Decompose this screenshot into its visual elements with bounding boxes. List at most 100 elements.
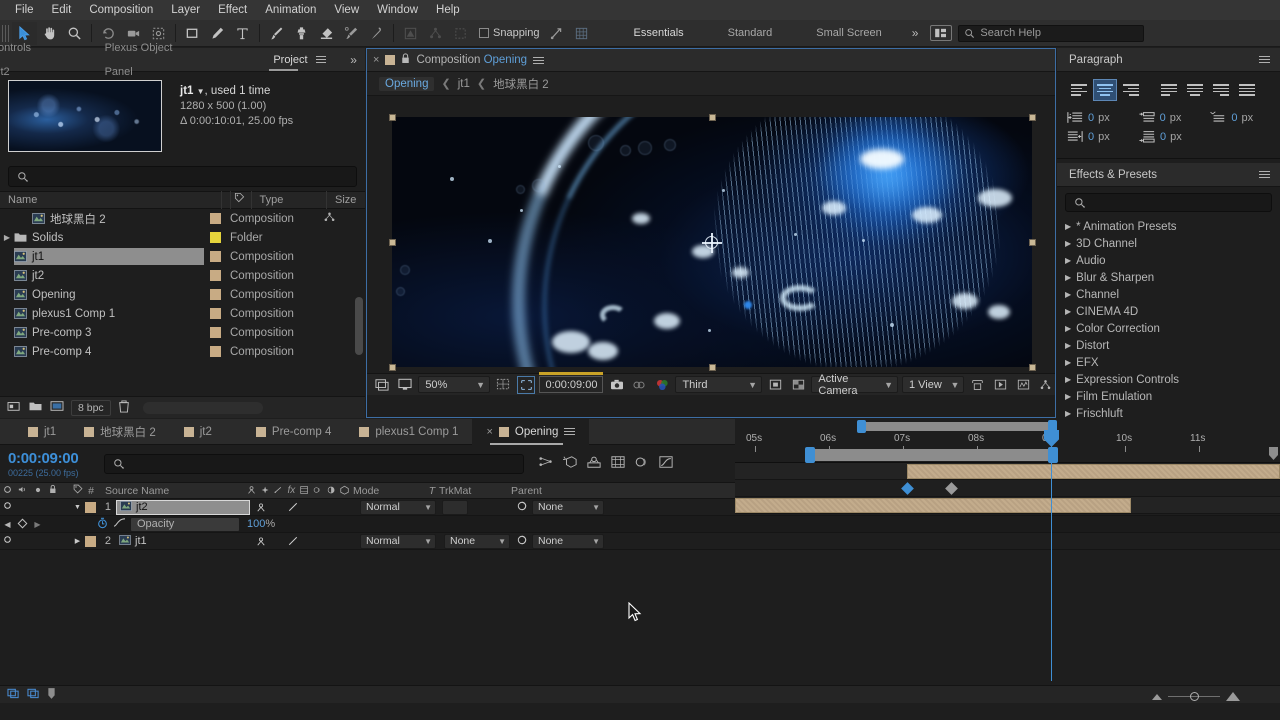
workspace-essentials[interactable]: Essentials <box>612 20 706 47</box>
project-item-name-cell[interactable]: Pre-comp 3 <box>14 324 204 341</box>
delete-icon[interactable] <box>118 400 130 416</box>
lock-icon[interactable] <box>401 53 410 67</box>
chevron-down-icon[interactable]: ▼ <box>197 87 205 96</box>
comp-timecode[interactable]: 0:00:09:00 <box>539 376 603 393</box>
layer-video-toggle[interactable] <box>0 535 15 547</box>
effect-category-channel[interactable]: ▶Channel <box>1065 286 1280 303</box>
project-item-label-color[interactable] <box>204 327 226 338</box>
zoom-out-icon[interactable] <box>1152 694 1162 700</box>
justify-last-center-button[interactable] <box>1183 79 1207 101</box>
menu-edit[interactable]: Edit <box>43 0 81 20</box>
prev-keyframe-button[interactable]: ◀ <box>0 520 15 529</box>
folder-icon[interactable] <box>28 400 43 415</box>
disclosure-triangle-icon[interactable]: ▶ <box>0 233 14 242</box>
effect-category-cinema-4d[interactable]: ▶CINEMA 4D <box>1065 303 1280 320</box>
align-center-button[interactable] <box>1093 79 1117 101</box>
work-area-scroll-left-handle[interactable] <box>857 420 866 433</box>
close-icon[interactable]: × <box>373 54 379 66</box>
new-folder-icon[interactable] <box>7 400 21 415</box>
channels-icon[interactable] <box>653 376 672 394</box>
layer-duration-bar[interactable] <box>907 464 1280 479</box>
region-interest-toggle-icon[interactable] <box>766 376 785 394</box>
zoom-slider-track[interactable] <box>1168 696 1220 697</box>
bit-depth-label[interactable]: 8 bpc <box>71 400 111 416</box>
project-list-item[interactable]: Pre-comp 3Composition <box>0 323 365 342</box>
timeline-search-input[interactable] <box>104 454 524 474</box>
comp-flowchart-icon[interactable] <box>324 212 335 225</box>
disclosure-triangle-icon[interactable]: ▶ <box>1065 290 1071 299</box>
stopwatch-icon[interactable] <box>97 517 108 532</box>
zoom-slider-knob[interactable] <box>1190 692 1199 701</box>
draft-3d-icon[interactable] <box>562 455 578 472</box>
clone-stamp-tool[interactable] <box>289 22 314 45</box>
fast-preview-icon[interactable] <box>991 376 1010 394</box>
transform-icon[interactable] <box>448 22 473 45</box>
resolution-select[interactable]: Third ▼ <box>675 376 762 393</box>
project-list-item[interactable]: 地球黑白 2Composition <box>0 209 365 228</box>
project-tab-0[interactable]: ontrols jt2 <box>0 36 51 84</box>
project-item-label-color[interactable] <box>204 289 226 300</box>
menu-layer[interactable]: Layer <box>162 0 209 20</box>
puppet-pin-tool[interactable] <box>364 22 389 45</box>
selection-handle-tr[interactable] <box>1029 114 1036 121</box>
project-tab-2[interactable]: Project <box>267 48 313 72</box>
timeline-tab-opening[interactable]: ×Opening <box>472 419 589 445</box>
comp-marker-icon[interactable] <box>1269 447 1278 460</box>
timeline-ruler[interactable]: 05s06s07s08s09s10s11s <box>735 419 1280 463</box>
justify-last-left-button[interactable] <box>1157 79 1181 101</box>
project-tabs-overflow-button[interactable]: » <box>342 53 365 67</box>
region-of-interest-icon[interactable] <box>517 376 536 394</box>
layer-expand-triangle[interactable]: ▼ <box>70 504 85 511</box>
zoom-tool[interactable] <box>62 22 87 45</box>
breadcrumb-item-0[interactable]: Opening <box>379 77 434 91</box>
timeline-current-time[interactable]: 0:00:09:00 00225 (25.00 fps) <box>0 450 104 478</box>
timeline-track-row[interactable] <box>735 497 1280 514</box>
source-name-header[interactable]: Source Name <box>97 485 239 497</box>
work-area-start-handle[interactable] <box>805 447 815 463</box>
camera-view-select[interactable]: Active Camera ▼ <box>811 376 898 393</box>
effect-category-blur-sharpen[interactable]: ▶Blur & Sharpen <box>1065 269 1280 286</box>
indent-first-line-field[interactable]: 0 px <box>1139 111 1201 125</box>
keyframe-marker[interactable] <box>901 482 914 495</box>
property-name[interactable]: Opacity <box>131 518 239 531</box>
menu-file[interactable]: File <box>6 0 43 20</box>
selection-handle-tl[interactable] <box>389 114 396 121</box>
project-tab-1[interactable]: Plexus Object Panel <box>99 36 208 84</box>
effects-presets-menu-icon[interactable] <box>1259 169 1270 180</box>
project-thumbnail[interactable] <box>8 80 162 152</box>
menu-composition[interactable]: Composition <box>80 0 162 20</box>
project-list-item[interactable]: OpeningComposition <box>0 285 365 304</box>
frame-blending-icon[interactable] <box>610 455 626 472</box>
justify-all-button[interactable] <box>1235 79 1259 101</box>
parent-pickwhip-icon[interactable] <box>516 500 528 515</box>
layer-label-color[interactable] <box>85 536 96 547</box>
project-item-name-cell[interactable]: Solids <box>14 229 204 246</box>
search-help-input[interactable]: Search Help <box>958 25 1144 42</box>
timeline-track-row[interactable] <box>735 463 1280 480</box>
disclosure-triangle-icon[interactable]: ▶ <box>1065 256 1071 265</box>
selection-handle-ml[interactable] <box>389 239 396 246</box>
selection-handle-mr[interactable] <box>1029 239 1036 246</box>
layer-source-name[interactable]: jt1 <box>116 534 250 549</box>
brush-tool[interactable] <box>264 22 289 45</box>
menu-window[interactable]: Window <box>368 0 427 20</box>
mask-icon[interactable] <box>398 22 423 45</box>
workspace-standard[interactable]: Standard <box>706 20 795 47</box>
text-tool[interactable] <box>230 22 255 45</box>
selection-handle-tc[interactable] <box>709 114 716 121</box>
project-item-name-cell[interactable]: jt1 <box>14 248 204 265</box>
timeline-tab-jt1[interactable]: jt1 <box>0 419 70 445</box>
property-value[interactable]: 100% <box>247 518 275 530</box>
pen-tool[interactable] <box>205 22 230 45</box>
effect-category-animation-presets[interactable]: ▶* Animation Presets <box>1065 218 1280 235</box>
effect-category-audio[interactable]: ▶Audio <box>1065 252 1280 269</box>
close-icon[interactable]: × <box>486 426 492 438</box>
layer-blend-mode[interactable]: Normal▼ <box>360 500 436 515</box>
menu-view[interactable]: View <box>325 0 368 20</box>
snapping-checkbox[interactable] <box>479 28 489 38</box>
timeline-icon[interactable] <box>1014 376 1033 394</box>
composition-viewer[interactable] <box>367 96 1055 373</box>
motion-blur-icon[interactable] <box>634 455 650 472</box>
show-snapshot-icon[interactable] <box>630 376 649 394</box>
timeline-tab-plexus1-comp-1[interactable]: plexus1 Comp 1 <box>345 419 472 445</box>
